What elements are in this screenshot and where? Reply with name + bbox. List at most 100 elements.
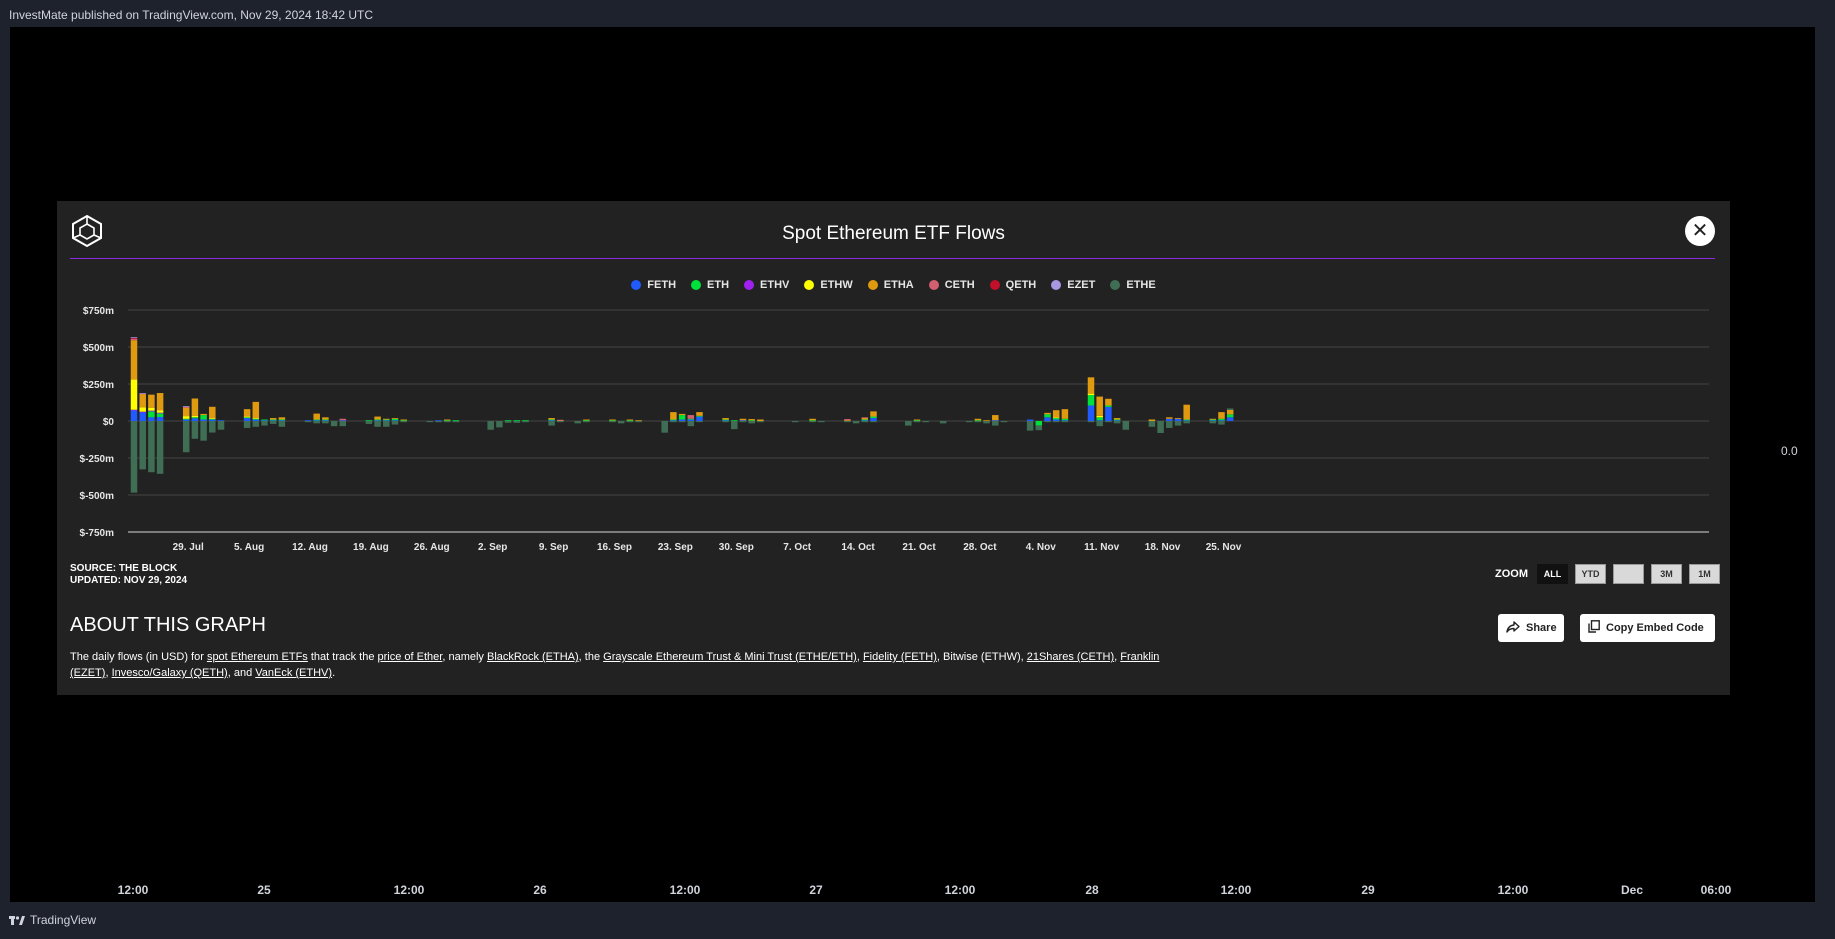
time-axis-label: 06:00	[1700, 883, 1732, 897]
desc-link-vaneck[interactable]: VanEck (ETHV)	[255, 667, 332, 679]
bar-segment-etha	[992, 415, 999, 421]
legend-item-ethe[interactable]: ETHE	[1110, 279, 1156, 291]
bar-segment-feth	[1113, 420, 1121, 422]
publish-bar: InvestMate published on TradingView.com,…	[0, 0, 1835, 27]
close-icon[interactable]: ✕	[1685, 216, 1715, 246]
bar-segment-ethe	[1166, 421, 1173, 428]
bar-segment-ethw	[139, 407, 146, 412]
bar-segment-ethw	[130, 379, 138, 410]
bar-segment-qeth	[130, 337, 138, 339]
bar-segment-ceth	[861, 417, 869, 419]
bar-segment-ethv	[130, 409, 138, 411]
zoom-blank-button[interactable]	[1613, 564, 1644, 584]
bar-segment-feth	[696, 416, 703, 421]
etf-flows-chart[interactable]: $750m $500m $250m $0 $-250m $-500m $-750m 29. J…	[57, 297, 1717, 562]
legend-item-ethv[interactable]: ETHV	[744, 279, 789, 291]
bar-segment-etha	[1183, 404, 1190, 420]
legend-item-etha[interactable]: ETHA	[867, 279, 914, 291]
bar-segment-ethe	[861, 421, 869, 423]
bar-segment-eth	[1183, 419, 1190, 421]
bar-segment-etha	[974, 418, 982, 421]
share-button[interactable]: Share	[1498, 614, 1564, 642]
bar-segment-feth	[1044, 417, 1051, 421]
legend-item-ethw[interactable]: ETHW	[804, 279, 853, 291]
bar-segment-feth	[209, 419, 216, 421]
bar-segment-eth	[583, 420, 590, 422]
bar-segment-ethe	[739, 421, 747, 423]
price-scale-label: 0.0	[1781, 444, 1798, 458]
bar-segment-etha	[200, 413, 207, 416]
legend-item-qeth[interactable]: QETH	[989, 279, 1036, 291]
bar-segment-ethe	[374, 421, 381, 427]
x-tick-label: 5. Aug	[234, 542, 264, 553]
legend-dot-icon	[928, 280, 939, 290]
bar-segment-etha	[1148, 419, 1156, 421]
graph-description: The daily flows (in USD) for spot Ethere…	[70, 649, 1190, 681]
bar-segment-feth	[252, 419, 260, 421]
bar-segment-ethw	[252, 418, 260, 419]
bar-segment-feth	[1183, 420, 1190, 422]
time-axis-label: 25	[257, 883, 271, 897]
desc-text: , namely	[442, 651, 487, 663]
bar-segment-etha	[870, 411, 877, 417]
time-axis-label: 12:00	[944, 883, 976, 897]
bar-segment-feth	[200, 419, 207, 421]
bar-segment-ethe	[1209, 421, 1217, 424]
source-line: SOURCE: THE BLOCK	[70, 563, 178, 574]
bar-segment-ethe	[391, 421, 399, 425]
bar-segment-ethe	[939, 421, 947, 424]
bar-segment-etha	[1209, 418, 1217, 420]
legend-label: ETH	[707, 279, 730, 291]
desc-link-blackrock[interactable]: BlackRock (ETHA)	[487, 651, 579, 663]
legend-item-eth[interactable]: ETH	[691, 279, 729, 291]
legend-item-ezet[interactable]: EZET	[1051, 279, 1095, 291]
zoom-3m-button[interactable]: 3M	[1651, 564, 1682, 584]
share-label: Share	[1526, 622, 1557, 634]
bar-segment-feth	[722, 420, 729, 422]
bar-segment-eth	[974, 420, 982, 422]
bar-segment-feth	[739, 420, 747, 422]
bar-segment-ethe	[818, 421, 825, 423]
bar-segment-eth	[548, 419, 555, 421]
bar-segment-etha	[696, 412, 703, 416]
bar-segment-feth	[191, 418, 199, 421]
zoom-1m-button[interactable]: 1M	[1689, 564, 1720, 584]
copy-embed-label: Copy Embed Code	[1606, 622, 1704, 634]
legend-label: EZET	[1067, 279, 1096, 291]
bar-segment-ethe	[148, 421, 155, 473]
bar-segment-ethe	[261, 421, 268, 426]
x-tick-label: 11. Nov	[1084, 542, 1119, 553]
desc-link-grayscale[interactable]: Grayscale Ethereum Trust & Mini Trust (E…	[603, 651, 857, 663]
bar-segment-ethe	[626, 421, 634, 423]
copy-embed-button[interactable]: Copy Embed Code	[1580, 614, 1715, 642]
bar-segment-ethe	[278, 421, 286, 427]
desc-link-fidelity[interactable]: Fidelity (FETH)	[863, 651, 937, 663]
bar-segment-etha	[635, 420, 642, 422]
zoom-ytd-button[interactable]: YTD	[1575, 564, 1606, 584]
legend-item-feth[interactable]: FETH	[631, 279, 676, 291]
desc-link-invesco[interactable]: Invesco/Galaxy (QETH)	[112, 667, 228, 679]
bar-segment-etha	[913, 419, 921, 421]
bar-segment-etha	[757, 419, 764, 421]
legend-label: ETHA	[883, 279, 914, 291]
legend-dot-icon	[1051, 280, 1062, 290]
bar-segment-etha	[1218, 412, 1225, 419]
bar-segment-eth	[609, 420, 616, 422]
time-axis-label: 26	[533, 883, 547, 897]
desc-text: , the	[578, 651, 604, 663]
x-tick-label: 28. Oct	[963, 542, 997, 553]
legend-item-ceth[interactable]: CETH	[928, 279, 975, 291]
zoom-all-button[interactable]: ALL	[1537, 564, 1568, 584]
bar-segment-ethe	[696, 421, 703, 423]
share-icon	[1506, 620, 1520, 636]
bar-segment-eth	[391, 418, 399, 421]
desc-link-ether-price[interactable]: price of Ether	[378, 651, 443, 663]
bar-segment-ethe	[965, 421, 973, 423]
bar-segment-feth	[1105, 406, 1112, 421]
bar-segment-eth	[913, 420, 921, 422]
bar-segment-etha	[809, 418, 816, 421]
desc-link-spot-etfs[interactable]: spot Ethereum ETFs	[207, 651, 308, 663]
desc-link-21shares[interactable]: 21Shares (CETH)	[1027, 651, 1114, 663]
bar-segment-feth	[670, 420, 677, 422]
bar-segment-feth	[374, 420, 381, 422]
